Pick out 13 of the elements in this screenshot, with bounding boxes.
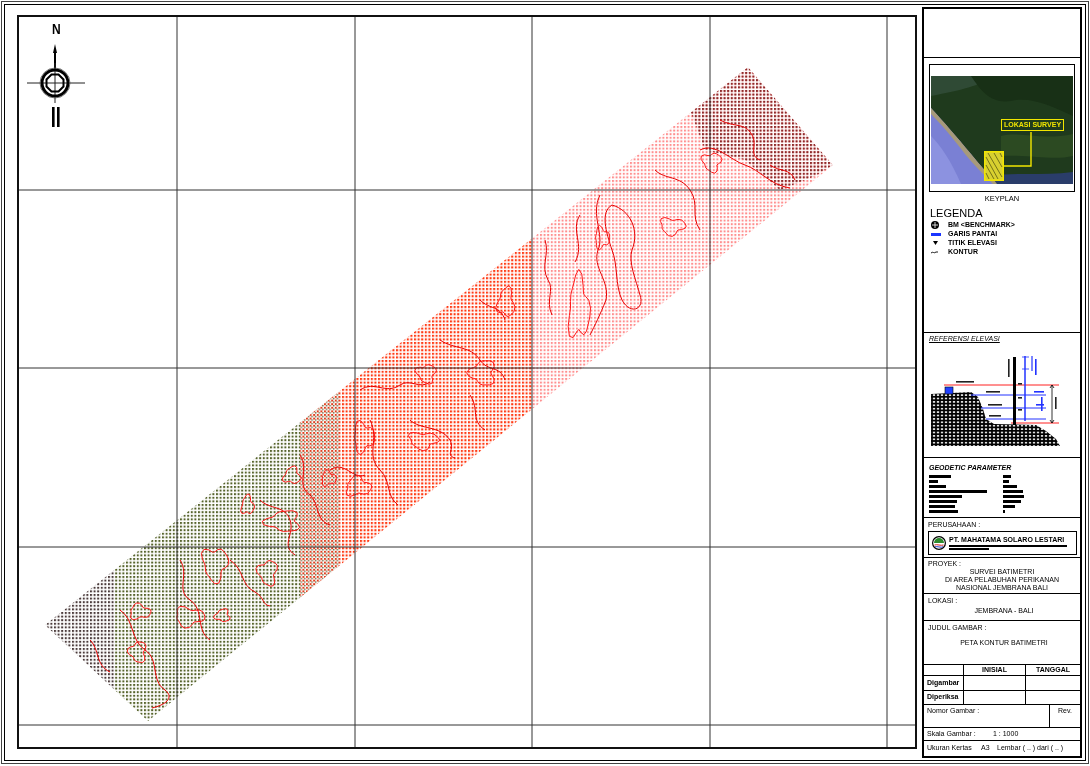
leader-line <box>1004 132 1032 167</box>
contour-line <box>574 214 581 263</box>
coastline-icon <box>931 232 941 236</box>
contour-icon <box>931 250 938 254</box>
company-logo-icon <box>932 536 946 551</box>
north-label: N <box>52 21 61 37</box>
legend-title: LEGENDA <box>930 206 983 220</box>
benchmark-icon <box>931 221 939 230</box>
triangle-icon <box>933 241 938 246</box>
contour-line <box>89 639 111 673</box>
contour-line <box>240 493 255 514</box>
contour-line <box>469 394 486 431</box>
survey-area-marker <box>984 151 1004 181</box>
